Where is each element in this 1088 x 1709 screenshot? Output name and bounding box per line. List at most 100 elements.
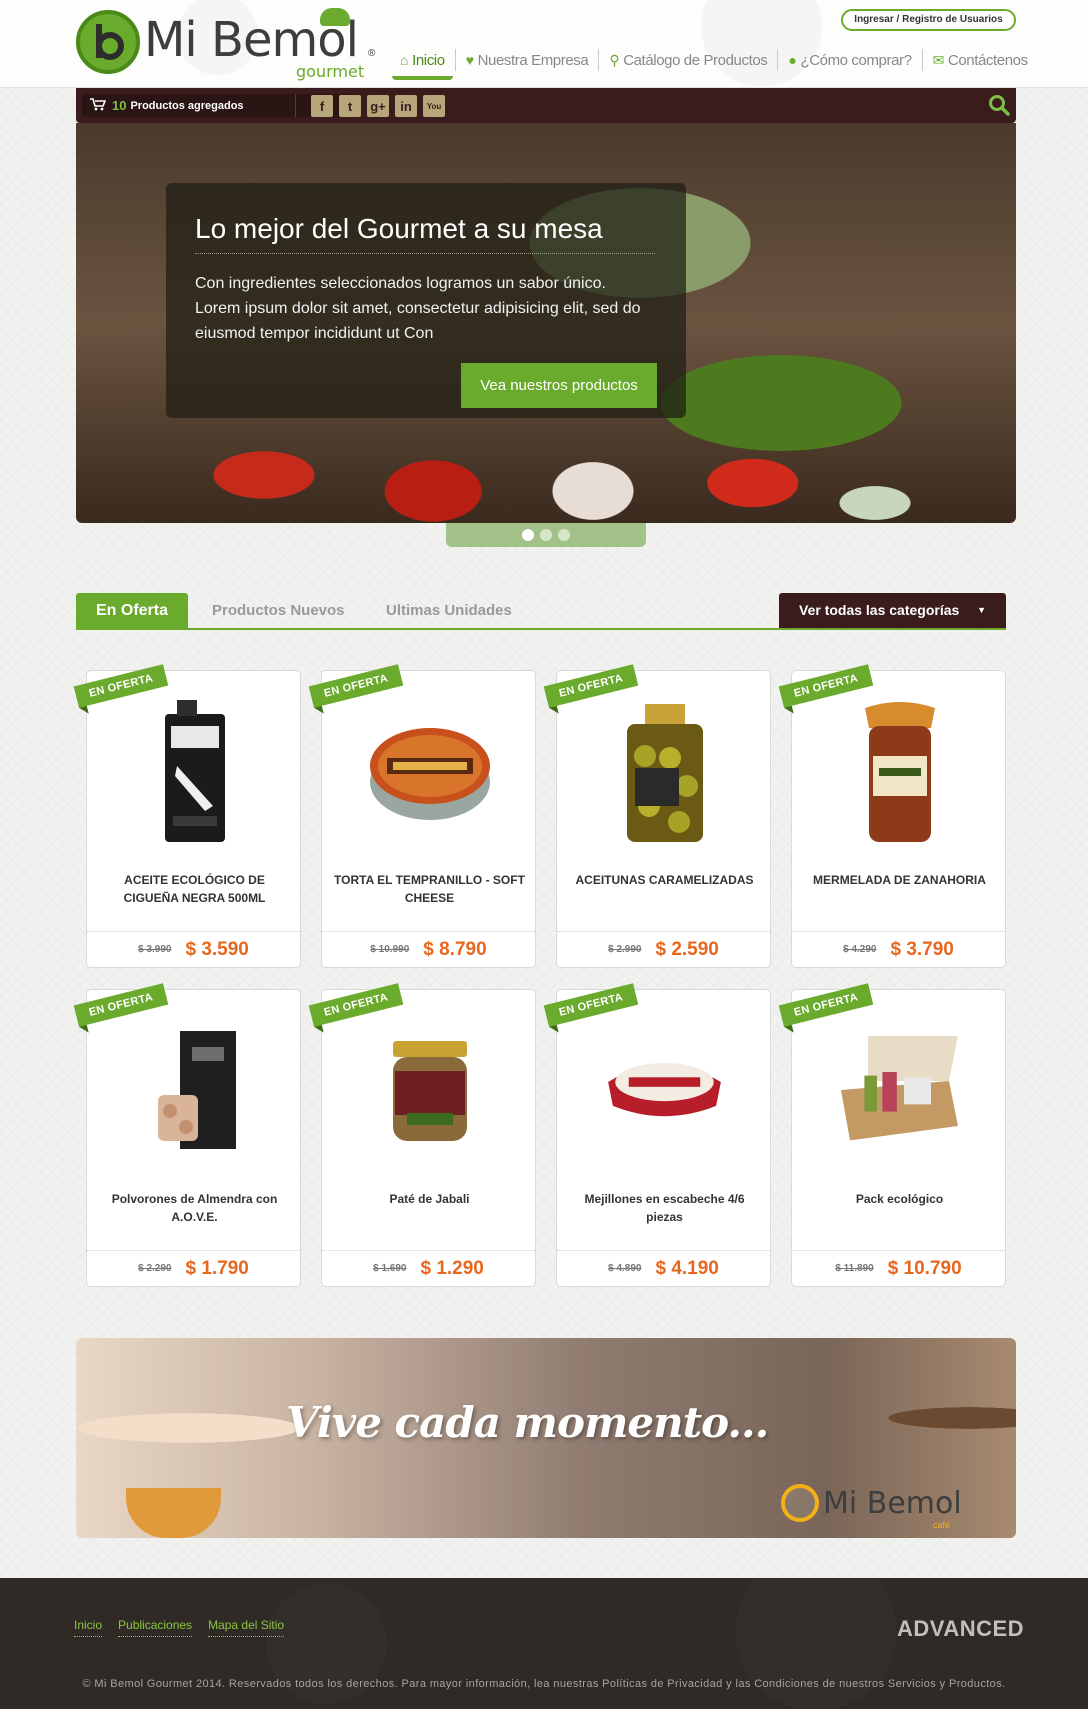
tab-ultimas-unidades[interactable]: Ultimas Unidades — [386, 593, 512, 628]
facebook-icon[interactable]: f — [311, 95, 333, 117]
product-image — [597, 1005, 732, 1175]
nav-item-inicio[interactable]: ⌂ Inicio — [390, 40, 455, 80]
chevron-down-icon: ▼ — [977, 605, 986, 615]
view-products-button[interactable]: Vea nuestros productos — [461, 363, 657, 408]
sale-price: $ 3.590 — [185, 938, 249, 960]
product-name: MERMELADA DE ZANAHORIA — [813, 873, 986, 887]
sale-price: $ 2.590 — [655, 938, 719, 960]
hero-text: Con ingredientes seleccionados logramos … — [195, 275, 641, 342]
agency-credit-logo[interactable]: ADVANCED — [897, 1616, 1024, 1642]
tab-productos-nuevos[interactable]: Productos Nuevos — [212, 593, 345, 628]
all-categories-label: Ver todas las categorías — [799, 602, 960, 618]
product-name: TORTA EL TEMPRANILLO - SOFT CHEESE — [334, 873, 525, 905]
login-register-button[interactable]: Ingresar / Registro de Usuarios — [841, 9, 1016, 31]
product-card[interactable]: EN OFERTA TORTA EL TEMPRANILLO - SOFT CH… — [308, 664, 536, 968]
registered-mark: ® — [368, 48, 376, 59]
product-image — [832, 686, 967, 856]
product-name: ACEITE ECOLÓGICO DE CIGUEÑA NEGRA 500ML — [123, 873, 266, 905]
lightbulb-icon: ● — [788, 52, 797, 68]
nav-label: ¿Cómo comprar? — [800, 51, 912, 69]
sale-price: $ 10.790 — [887, 1257, 962, 1279]
nav-label: Catálogo de Productos — [623, 51, 768, 69]
cart-label: Productos agregados — [130, 99, 244, 112]
hero-title: Lo mejor del Gourmet a su mesa — [195, 213, 655, 254]
home-icon: ⌂ — [400, 52, 409, 68]
search-icon: ⚲ — [609, 51, 620, 68]
brand-subtitle: gourmet — [296, 62, 365, 81]
product-name: ACEITUNAS CARAMELIZADAS — [575, 873, 754, 887]
sale-price: $ 4.190 — [655, 1257, 719, 1279]
youtube-icon[interactable]: You — [423, 95, 445, 117]
sale-price: $ 1.290 — [420, 1257, 484, 1279]
product-name: Polvorones de Almendra con A.O.V.E. — [111, 1192, 278, 1224]
price-row: $ 2.990 $ 2.590 — [557, 931, 770, 967]
product-name: Mejillones en escabeche 4/6 piezas — [584, 1192, 745, 1224]
product-tabs: En Oferta Productos Nuevos Ultimas Unida… — [76, 593, 1006, 630]
linkedin-icon[interactable]: in — [395, 95, 417, 117]
product-card[interactable]: EN OFERTA Polvorones de Almendra con A.O… — [73, 983, 301, 1287]
old-price: $ 1.690 — [373, 1263, 407, 1274]
toolbar-divider — [295, 94, 296, 117]
coffee-cup-image — [126, 1488, 221, 1538]
product-image — [362, 1005, 497, 1175]
old-price: $ 10.990 — [370, 944, 410, 955]
site-footer: Inicio Publicaciones Mapa del Sitio ADVA… — [0, 1578, 1088, 1709]
nav-item-empresa[interactable]: ♥ Nuestra Empresa — [456, 40, 599, 80]
footer-link-inicio[interactable]: Inicio — [74, 1618, 103, 1637]
social-links: f t g+ in You — [311, 95, 445, 117]
slider-dots — [446, 523, 646, 547]
cart-icon — [90, 97, 107, 114]
footer-links: Inicio Publicaciones Mapa del Sitio — [74, 1618, 285, 1637]
product-image — [597, 686, 732, 856]
promo-banner[interactable]: Vive cada momento... Mi Bemol café — [76, 1338, 1016, 1538]
nav-label: Inicio — [412, 51, 445, 69]
sale-price: $ 8.790 — [423, 938, 487, 960]
nav-item-contactenos[interactable]: ✉ Contáctenos — [923, 40, 1038, 80]
product-image — [127, 1005, 262, 1175]
logo-mark-icon — [76, 10, 140, 74]
old-price: $ 11.890 — [835, 1263, 874, 1274]
price-row: $ 4.290 $ 3.790 — [792, 931, 1005, 967]
tab-en-oferta[interactable]: En Oferta — [76, 593, 188, 628]
main-nav: ⌂ Inicio ♥ Nuestra Empresa ⚲ Catálogo de… — [390, 40, 1038, 80]
slider-dot-3[interactable] — [558, 529, 570, 541]
product-card[interactable]: EN OFERTA Paté de Jabali $ 1.690 $ 1.290 — [308, 983, 536, 1287]
product-card[interactable]: EN OFERTA ACEITE ECOLÓGICO DE CIGUEÑA NE… — [73, 664, 301, 968]
product-image — [832, 1005, 967, 1175]
hero-caption: Lo mejor del Gourmet a su mesa Con ingre… — [166, 183, 686, 418]
envelope-icon: ✉ — [932, 51, 945, 68]
cafe-logo-text: Mi Bemol — [823, 1485, 962, 1521]
twitter-icon[interactable]: t — [339, 95, 361, 117]
old-price: $ 2.290 — [138, 1263, 172, 1274]
sale-price: $ 1.790 — [185, 1257, 249, 1279]
price-row: $ 10.990 $ 8.790 — [322, 931, 535, 967]
slider-dot-1[interactable] — [522, 529, 534, 541]
nav-label: Contáctenos — [947, 51, 1028, 69]
product-card[interactable]: EN OFERTA MERMELADA DE ZANAHORIA $ 4.290… — [778, 664, 1006, 968]
search-icon[interactable] — [988, 94, 1010, 121]
cart-count: 10 — [112, 98, 127, 113]
brand-name: Mi Bemol — [144, 12, 359, 68]
slider-dot-2[interactable] — [540, 529, 552, 541]
banner-slogan: Vive cada momento... — [286, 1398, 769, 1447]
old-price: $ 4.290 — [843, 944, 877, 955]
product-card[interactable]: EN OFERTA ACEITUNAS CARAMELIZADAS $ 2.99… — [543, 664, 771, 968]
brand-logo[interactable]: Mi Bemol ® gourmet — [76, 8, 381, 81]
product-card[interactable]: EN OFERTA Mejillones en escabeche 4/6 pi… — [543, 983, 771, 1287]
footer-link-mapa[interactable]: Mapa del Sitio — [208, 1618, 285, 1637]
cafe-logo: Mi Bemol café — [781, 1484, 962, 1530]
old-price: $ 4.890 — [608, 1263, 642, 1274]
googleplus-icon[interactable]: g+ — [367, 95, 389, 117]
product-card[interactable]: EN OFERTA Pack ecológico $ 11.890 $ 10.7… — [778, 983, 1006, 1287]
hero-slider: Lo mejor del Gourmet a su mesa Con ingre… — [76, 123, 1016, 523]
product-name: Pack ecológico — [855, 1192, 944, 1206]
price-row: $ 1.690 $ 1.290 — [322, 1250, 535, 1286]
cafe-logo-sub: café — [933, 1520, 951, 1530]
nav-item-catalogo[interactable]: ⚲ Catálogo de Productos — [599, 40, 777, 80]
nav-item-como-comprar[interactable]: ● ¿Cómo comprar? — [778, 40, 921, 80]
price-row: $ 2.290 $ 1.790 — [87, 1250, 300, 1286]
all-categories-button[interactable]: Ver todas las categorías ▼ — [779, 593, 1006, 628]
cafe-logo-mark-icon — [781, 1484, 819, 1522]
footer-link-publicaciones[interactable]: Publicaciones — [118, 1618, 193, 1637]
copyright-text: © Mi Bemol Gourmet 2014. Reservados todo… — [82, 1678, 1006, 1690]
